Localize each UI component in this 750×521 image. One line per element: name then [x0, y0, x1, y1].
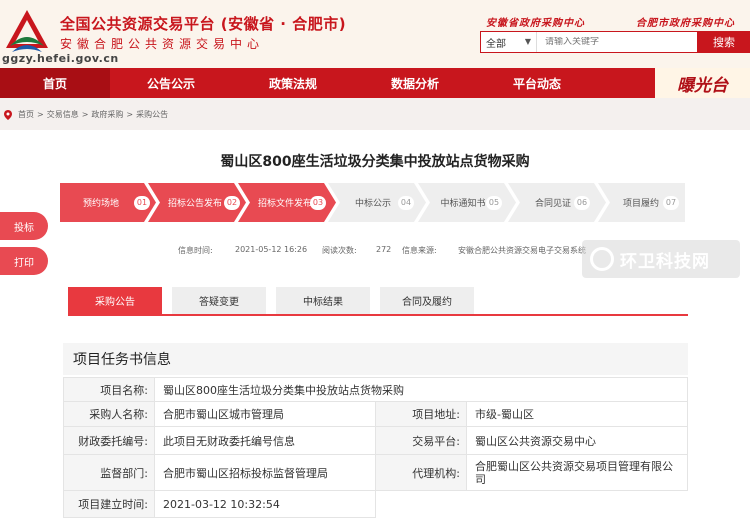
progress-steps: 预约场地 01 招标公告发布 02 招标文件发布 03 中标公示 04 中标通知…	[60, 183, 685, 222]
source-value: 安徽合肥公共资源交易电子交易系统	[458, 246, 586, 255]
nav-item-home[interactable]: 首页	[0, 68, 110, 98]
search-box: 全部 ▼	[480, 31, 698, 53]
breadcrumb-separator-icon: >	[126, 110, 134, 119]
info-time-label: 信息时间:	[178, 246, 213, 255]
main-nav: 首页 公告公示 政策法规 数据分析 平台动态 曝光台	[0, 68, 750, 98]
info-time: 2021-05-12 16:26	[235, 245, 308, 254]
supervisor-value: 合肥市蜀山区招标投标监督管理局	[154, 454, 376, 491]
breadcrumb-trade-info[interactable]: 交易信息	[47, 109, 79, 120]
tab-underline	[68, 314, 688, 316]
step-number: 06	[574, 196, 590, 210]
breadcrumb-bar: 首页 > 交易信息 > 政府采购 > 采购公告	[0, 98, 750, 130]
created-time-value: 2021-03-12 10:32:54	[154, 490, 376, 518]
finance-id-value: 此项目无财政委托编号信息	[154, 426, 376, 455]
breadcrumb-procurement-notice[interactable]: 采购公告	[136, 109, 168, 120]
supervisor-label: 监督部门:	[63, 454, 155, 491]
site-domain: ggzy.hefei.gov.cn	[2, 52, 119, 65]
step-number: 05	[486, 196, 502, 210]
step-number: 04	[398, 196, 414, 210]
nav-item-platform-news[interactable]: 平台动态	[476, 68, 598, 98]
slogan-left[interactable]: 安徽省政府采购中心	[486, 14, 585, 29]
nav-item-policies[interactable]: 政策法规	[232, 68, 354, 98]
search-button[interactable]: 搜索	[698, 31, 750, 53]
views-count: 272	[376, 245, 392, 254]
platform-value: 蜀山区公共资源交易中心	[466, 426, 688, 455]
site-logo-icon[interactable]	[4, 8, 50, 58]
tab-award-result[interactable]: 中标结果	[276, 287, 370, 314]
breadcrumb: 首页 > 交易信息 > 政府采购 > 采购公告	[4, 109, 168, 120]
agent-label: 代理机构:	[375, 454, 467, 491]
section-header: 项目任务书信息	[63, 343, 688, 375]
bid-button[interactable]: 投标	[0, 212, 48, 240]
step-label: 招标公告发布	[167, 199, 222, 209]
watermark-logo-icon	[590, 247, 614, 271]
step-label: 预约场地	[82, 199, 119, 209]
location-label: 项目地址:	[375, 401, 467, 427]
site-title: 全国公共资源交易平台 (安徽省 · 合肥市)	[60, 15, 347, 33]
site-header: 全国公共资源交易平台 (安徽省 · 合肥市) 安徽合肥公共资源交易中心 ggzy…	[0, 0, 750, 68]
breadcrumb-gov-procurement[interactable]: 政府采购	[91, 109, 123, 120]
tab-qa-changes[interactable]: 答疑变更	[172, 287, 266, 314]
step-number: 07	[663, 196, 679, 210]
exposure-badge[interactable]: 曝光台	[655, 68, 750, 98]
search-scope-value: 全部	[486, 38, 506, 50]
project-name-value: 蜀山区800座生活垃圾分类集中投放站点货物采购	[154, 377, 688, 402]
source-label: 信息来源:	[402, 246, 437, 255]
agent-value: 合肥蜀山区公共资源交易项目管理有限公司	[466, 454, 688, 491]
buyer-label: 采购人名称:	[63, 401, 155, 427]
buyer-value: 合肥市蜀山区城市管理局	[154, 401, 376, 427]
chevron-down-icon: ▼	[524, 37, 531, 46]
views-label: 阅读次数:	[322, 246, 357, 255]
section-title: 项目任务书信息	[73, 352, 171, 368]
nav-item-data-analysis[interactable]: 数据分析	[354, 68, 476, 98]
step-number: 03	[310, 196, 326, 210]
page-title: 蜀山区800座生活垃圾分类集中投放站点货物采购	[220, 154, 530, 170]
location-value: 市级-蜀山区	[466, 401, 688, 427]
search-scope-select[interactable]: 全部 ▼	[481, 32, 537, 52]
location-pin-icon	[4, 109, 12, 120]
site-subtitle: 安徽合肥公共资源交易中心	[60, 37, 265, 51]
nav-item-announcements[interactable]: 公告公示	[110, 68, 232, 98]
tab-procurement-notice[interactable]: 采购公告	[68, 287, 162, 314]
finance-id-label: 财政委托编号:	[63, 426, 155, 455]
print-button[interactable]: 打印	[0, 247, 48, 275]
tab-contract[interactable]: 合同及履约	[380, 287, 474, 314]
platform-label: 交易平台:	[375, 426, 467, 455]
breadcrumb-separator-icon: >	[37, 110, 44, 119]
watermark-text: 环卫科技网	[620, 251, 710, 272]
created-time-label: 项目建立时间:	[63, 490, 155, 518]
slogan-right[interactable]: 合肥市政府采购中心	[636, 14, 735, 29]
project-name-label: 项目名称:	[63, 377, 155, 402]
search-input[interactable]	[537, 37, 697, 47]
breadcrumb-separator-icon: >	[81, 110, 89, 119]
breadcrumb-home[interactable]: 首页	[18, 109, 34, 120]
watermark: 环卫科技网	[582, 240, 740, 278]
